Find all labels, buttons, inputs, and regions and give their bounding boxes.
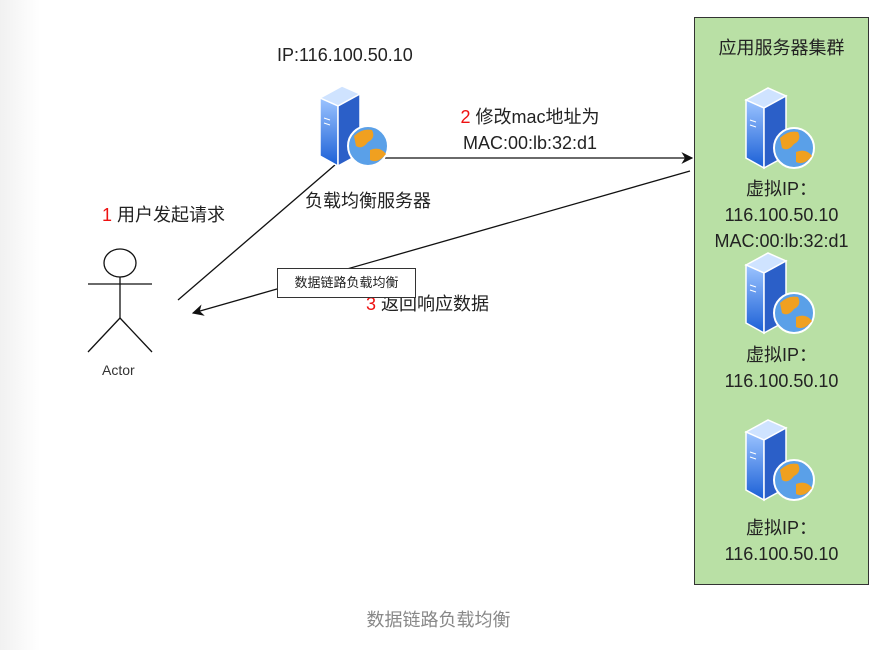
- server-1-info: 虚拟IP： 116.100.50.10 MAC:00:lb:32:d1: [695, 176, 868, 254]
- lb-name: 负载均衡服务器: [305, 191, 431, 211]
- step1-text: 用户发起请求: [112, 205, 226, 225]
- step2-label: 2 修改mac地址为 MAC:00:lb:32:d1: [440, 104, 620, 156]
- step2-number: 2: [460, 107, 471, 127]
- actor-label: Actor: [102, 362, 135, 378]
- figure-caption: 数据链路负载均衡: [366, 610, 511, 630]
- edge-label: 数据链路负载均衡: [277, 268, 416, 298]
- server-2-info: 虚拟IP： 116.100.50.10: [695, 342, 868, 394]
- server-3-vip-label: 虚拟IP：: [745, 518, 817, 538]
- server-1-vip-label: 虚拟IP：: [745, 179, 817, 199]
- server-3-ip: 116.100.50.10: [724, 544, 839, 564]
- server-icon: [742, 418, 818, 504]
- lb-server-icon: [319, 85, 389, 167]
- server-3-info: 虚拟IP： 116.100.50.10: [695, 515, 868, 567]
- server-icon: [742, 86, 818, 172]
- step2-mac: MAC:00:lb:32:d1: [462, 133, 598, 153]
- server-2-ip: 116.100.50.10: [724, 371, 839, 391]
- lb-ip: IP:116.100.50.10: [277, 45, 413, 65]
- step1-number: 1: [102, 205, 113, 225]
- step2-text: 修改mac地址为: [470, 107, 600, 127]
- cluster-title: 应用服务器集群: [718, 38, 845, 58]
- server-2-vip-label: 虚拟IP：: [745, 345, 817, 365]
- app-server-cluster: 应用服务器集群 虚拟IP： 116.100.50.10 MAC:00:lb:32…: [694, 17, 869, 585]
- actor-figure: [87, 248, 153, 353]
- server-1-ip: 116.100.50.10: [724, 205, 839, 225]
- step1-label: 1 用户发起请求: [102, 201, 225, 227]
- server-icon: [742, 251, 818, 337]
